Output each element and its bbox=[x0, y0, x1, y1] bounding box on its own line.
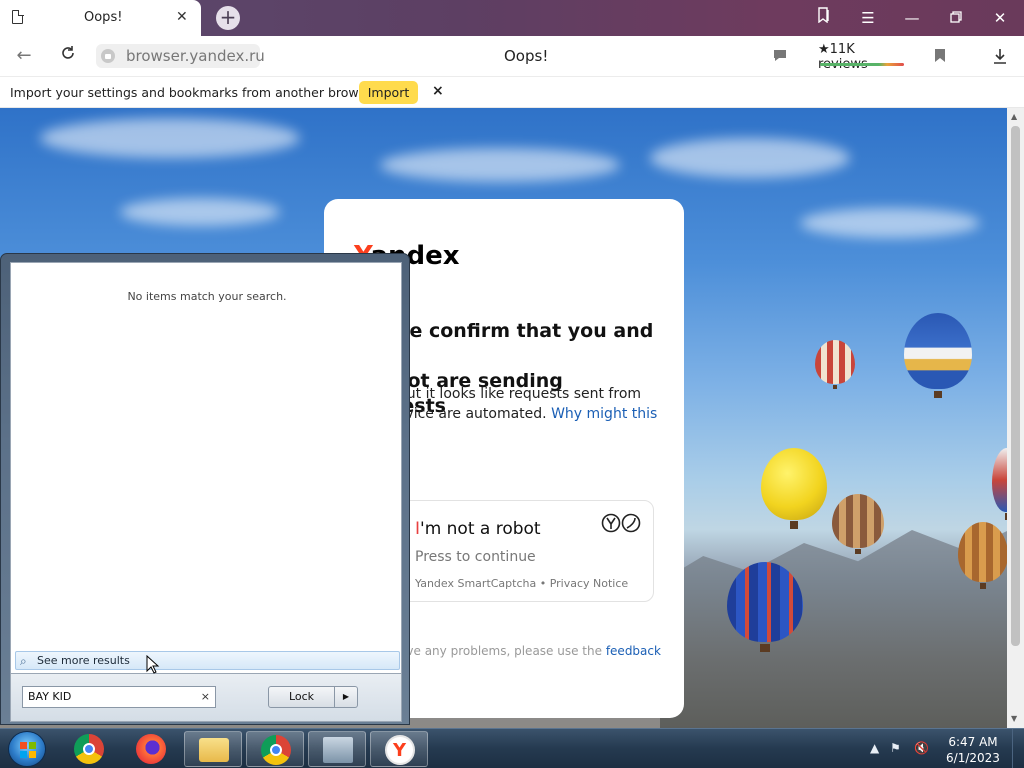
menu-icon[interactable]: ☰ bbox=[855, 6, 881, 30]
scrollbar-thumb[interactable] bbox=[1011, 126, 1020, 646]
comment-icon[interactable] bbox=[770, 48, 790, 66]
chrome-icon bbox=[74, 734, 104, 764]
import-button[interactable]: Import bbox=[359, 81, 418, 104]
new-tab-button[interactable]: + bbox=[216, 6, 240, 30]
clear-search-icon[interactable]: × bbox=[201, 690, 210, 703]
browser-title-bar: Oops! ✕ + ☰ — ✕ bbox=[0, 0, 1024, 36]
address-bar: ← browser.yandex.ru Oops! ★11K reviews bbox=[0, 36, 1024, 77]
scroll-down-arrow-icon[interactable]: ▼ bbox=[1011, 714, 1017, 723]
captcha-checkbox-label[interactable]: I'm not a robot bbox=[415, 519, 541, 539]
url-field[interactable]: browser.yandex.ru bbox=[96, 44, 265, 68]
background-cloud bbox=[800, 208, 980, 238]
taskbar-chrome[interactable] bbox=[60, 731, 118, 767]
tab-close-icon[interactable]: ✕ bbox=[176, 8, 188, 26]
installer-icon bbox=[323, 737, 353, 763]
download-icon[interactable] bbox=[990, 48, 1010, 66]
reviews-rating-bar bbox=[820, 63, 904, 66]
hot-air-balloon bbox=[761, 448, 827, 529]
start-menu-results-panel: No items match your search. ⌕ See more r… bbox=[10, 262, 402, 674]
start-button[interactable] bbox=[8, 731, 46, 767]
search-input-value: BAY KID bbox=[28, 690, 72, 703]
browser-tab-active[interactable]: Oops! ✕ bbox=[0, 0, 201, 36]
start-menu-bottom-bar: BAY KID × Lock ▶ bbox=[10, 674, 402, 722]
lock-icon[interactable] bbox=[101, 49, 115, 63]
close-window-icon[interactable]: ✕ bbox=[987, 6, 1013, 30]
no-results-message: No items match your search. bbox=[127, 290, 287, 303]
start-search-input[interactable]: BAY KID × bbox=[22, 686, 216, 708]
page-icon bbox=[12, 9, 24, 24]
shutdown-options-arrow-icon[interactable]: ▶ bbox=[335, 686, 358, 708]
tab-title: Oops! bbox=[84, 10, 123, 25]
yandex-browser-icon: Y bbox=[385, 735, 415, 765]
taskbar-file-explorer[interactable] bbox=[184, 731, 242, 767]
volume-muted-icon[interactable]: 🔇 bbox=[914, 741, 929, 755]
hot-air-balloon bbox=[727, 562, 803, 652]
background-cloud bbox=[650, 138, 850, 178]
clock-time: 6:47 AM bbox=[948, 735, 998, 749]
reviews-badge[interactable]: ★11K reviews bbox=[818, 42, 906, 72]
lock-button[interactable]: Lock bbox=[268, 686, 335, 708]
hot-air-balloon bbox=[832, 494, 884, 555]
background-cloud bbox=[120, 198, 280, 226]
see-more-results-label: See more results bbox=[37, 654, 130, 667]
folder-icon bbox=[199, 738, 229, 762]
taskbar-firefox[interactable] bbox=[122, 731, 180, 767]
hot-air-balloon bbox=[904, 313, 972, 399]
infobar-close-icon[interactable]: × bbox=[432, 83, 444, 99]
clock-date: 6/1/2023 bbox=[946, 751, 1000, 765]
back-arrow-icon[interactable]: ← bbox=[12, 44, 36, 68]
taskbar-chrome-2[interactable] bbox=[246, 731, 304, 767]
taskbar-clock[interactable]: 6:47 AM 6/1/2023 bbox=[942, 734, 1004, 766]
import-infobar: Import your settings and bookmarks from … bbox=[0, 77, 1024, 108]
minimize-icon[interactable]: — bbox=[899, 6, 925, 30]
url-text: browser.yandex.ru bbox=[126, 47, 265, 65]
windows-logo-icon bbox=[20, 742, 36, 758]
show-hidden-icons-icon[interactable]: ▲ bbox=[870, 741, 879, 755]
reviews-label: ★11K reviews bbox=[818, 42, 868, 72]
see-more-results-button[interactable]: ⌕ See more results bbox=[15, 651, 400, 670]
firefox-icon bbox=[136, 734, 166, 764]
taskbar-yandex-browser[interactable]: Y bbox=[370, 731, 428, 767]
hot-air-balloon bbox=[958, 522, 1007, 590]
import-message: Import your settings and bookmarks from … bbox=[10, 85, 381, 100]
hot-air-balloon bbox=[815, 340, 855, 390]
scroll-up-arrow-icon[interactable]: ▲ bbox=[1011, 112, 1017, 121]
bookmarks-collection-icon[interactable] bbox=[811, 6, 837, 30]
captcha-subtext: Press to continue bbox=[415, 549, 536, 565]
action-center-icon[interactable]: ⚑ bbox=[890, 741, 901, 755]
show-desktop-button[interactable] bbox=[1012, 729, 1024, 768]
taskbar-setup-program[interactable] bbox=[308, 731, 366, 767]
search-icon: ⌕ bbox=[20, 654, 27, 668]
page-scrollbar[interactable]: ▲ ▼ bbox=[1007, 108, 1024, 728]
hot-air-balloon bbox=[992, 448, 1007, 520]
restore-icon[interactable] bbox=[943, 6, 969, 30]
feedback-link[interactable]: feedback bbox=[606, 644, 661, 658]
start-menu: No items match your search. ⌕ See more r… bbox=[0, 253, 410, 725]
taskbar: Y ▲ ⚑ 🔇 6:47 AM 6/1/2023 bbox=[0, 728, 1024, 768]
captcha-footer[interactable]: Yandex SmartCaptcha • Privacy Notice bbox=[415, 577, 628, 590]
why-link[interactable]: Why might this bbox=[551, 406, 657, 422]
reload-icon[interactable] bbox=[56, 44, 80, 68]
page-title: Oops! bbox=[504, 47, 549, 65]
background-cloud bbox=[40, 118, 300, 158]
chrome-icon bbox=[261, 735, 291, 765]
bookmark-icon[interactable] bbox=[930, 48, 950, 66]
background-cloud bbox=[380, 148, 620, 182]
smartcaptcha-logo-icon bbox=[601, 513, 641, 538]
